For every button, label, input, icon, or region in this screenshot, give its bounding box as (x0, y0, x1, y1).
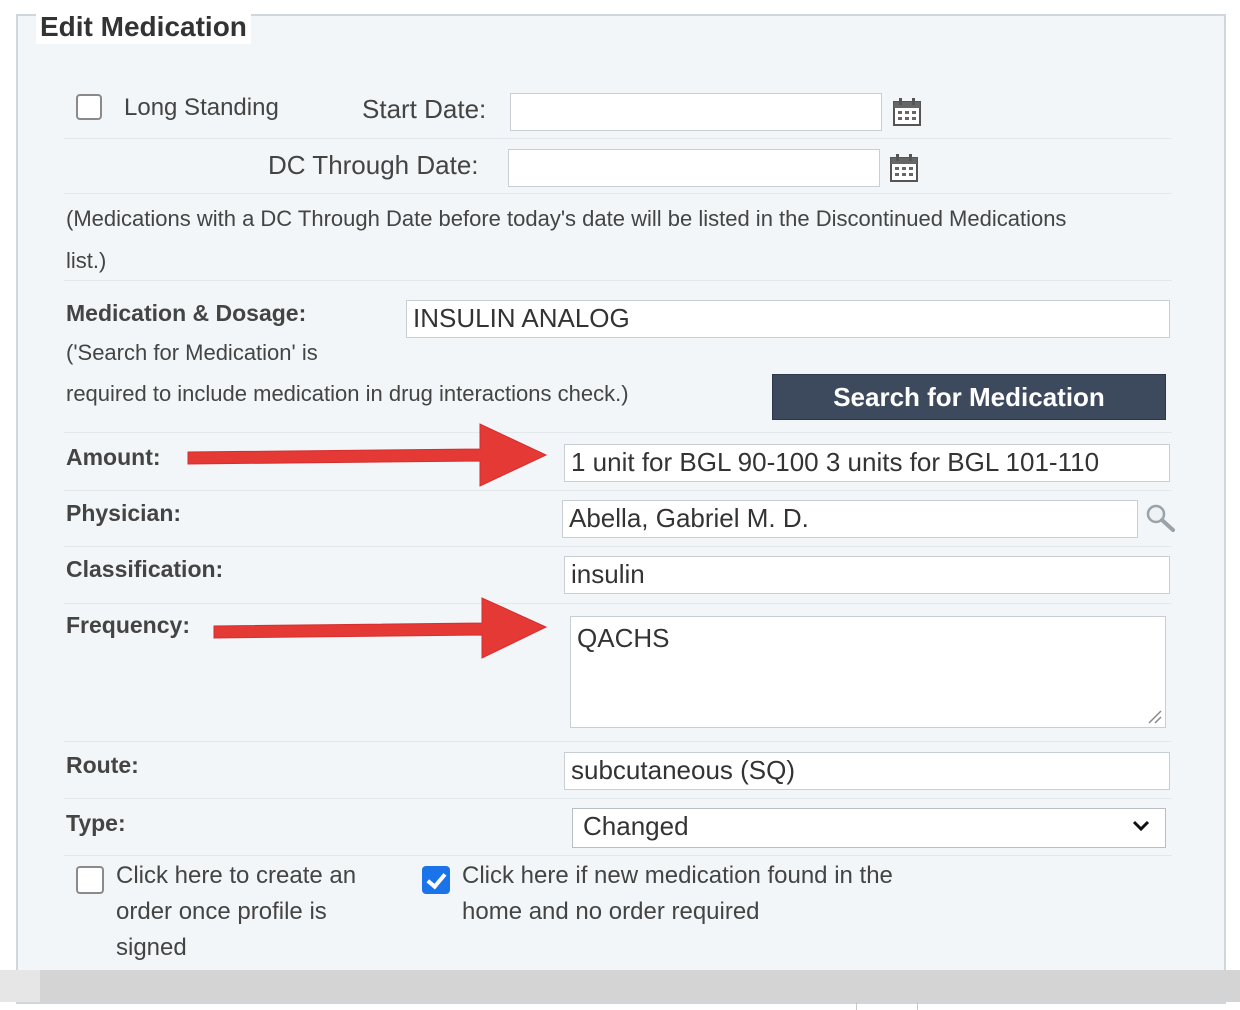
physician-input[interactable]: Abella, Gabriel M. D. (562, 500, 1138, 538)
divider (64, 798, 1172, 799)
physician-label: Physician: (66, 500, 182, 526)
create-order-label-line1: Click here to create an (116, 862, 357, 889)
long-standing-checkbox[interactable] (76, 94, 102, 120)
dc-note-line1: (Medications with a DC Through Date befo… (66, 206, 1067, 231)
divider (64, 741, 1172, 742)
horizontal-scrollbar[interactable] (0, 970, 1240, 1002)
type-select[interactable]: Changed (572, 808, 1166, 848)
route-input[interactable]: subcutaneous (SQ) (564, 752, 1170, 790)
no-order-required-checkbox[interactable] (422, 866, 450, 894)
no-order-label-line2: home and no order required (462, 898, 760, 925)
calendar-icon[interactable] (892, 97, 922, 127)
screen: Edit Medication Long Standing Start Date… (0, 0, 1240, 1010)
scrollbar-left-cap (0, 970, 40, 1002)
chevron-down-icon (1132, 820, 1150, 832)
divider (64, 546, 1172, 547)
type-select-value: Changed (583, 811, 689, 841)
amount-label: Amount: (66, 444, 161, 470)
classification-input[interactable]: insulin (564, 556, 1170, 594)
medication-dosage-label: Medication & Dosage: (66, 300, 307, 326)
create-order-label-line2: order once profile is (116, 898, 327, 925)
divider (64, 490, 1172, 491)
panel-title: Edit Medication (36, 10, 251, 44)
dc-through-date-label: DC Through Date: (268, 150, 479, 180)
create-order-checkbox[interactable] (76, 866, 104, 894)
divider (64, 280, 1172, 281)
classification-label: Classification: (66, 556, 224, 582)
divider (64, 193, 1172, 194)
no-order-label-line1: Click here if new medication found in th… (462, 862, 893, 889)
search-for-medication-button[interactable]: Search for Medication (772, 374, 1166, 420)
annotation-arrow (187, 423, 548, 487)
annotation-arrow (213, 597, 548, 659)
frequency-label: Frequency: (66, 612, 190, 638)
magnifier-icon[interactable] (1144, 502, 1176, 534)
start-date-label: Start Date: (362, 94, 487, 124)
long-standing-label: Long Standing (124, 94, 279, 121)
create-order-label-line3: signed (116, 934, 187, 961)
medication-dosage-input[interactable]: INSULIN ANALOG (406, 300, 1170, 338)
calendar-icon[interactable] (889, 153, 919, 183)
dc-through-date-input[interactable] (508, 149, 880, 187)
dc-note-line2: list.) (66, 248, 107, 273)
type-label: Type: (66, 810, 126, 836)
resize-grip-icon[interactable] (1146, 708, 1162, 724)
divider (64, 138, 1172, 139)
divider (64, 855, 1172, 856)
frequency-textarea[interactable]: QACHS (570, 616, 1166, 728)
route-label: Route: (66, 752, 139, 778)
start-date-input[interactable] (510, 93, 882, 131)
medication-hint-line1: ('Search for Medication' is (66, 340, 318, 365)
amount-input[interactable]: 1 unit for BGL 90-100 3 units for BGL 10… (564, 444, 1170, 482)
scrollbar-marker (856, 1002, 918, 1010)
medication-hint-line2: required to include medication in drug i… (66, 381, 629, 406)
